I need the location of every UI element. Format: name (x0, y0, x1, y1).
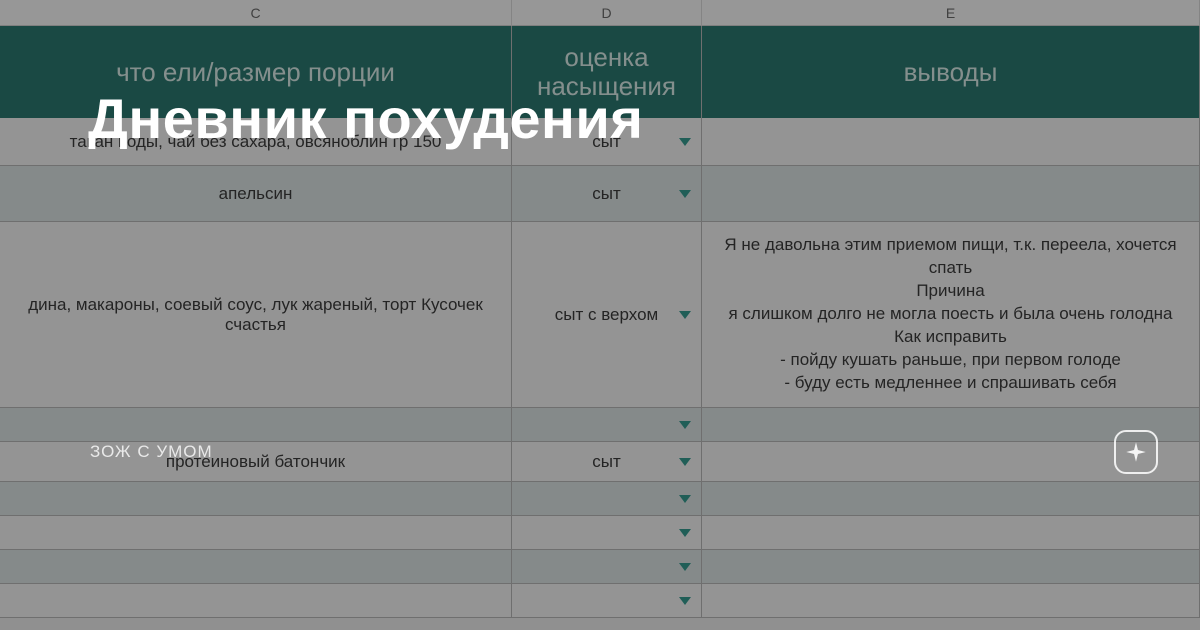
page-title: Дневник похудения (88, 86, 643, 151)
sparkle-icon[interactable] (1114, 430, 1158, 474)
stage: C D E что ели/размер порции оценка насыщ… (0, 0, 1200, 630)
channel-name: ЗОЖ С УМОМ (90, 442, 213, 462)
